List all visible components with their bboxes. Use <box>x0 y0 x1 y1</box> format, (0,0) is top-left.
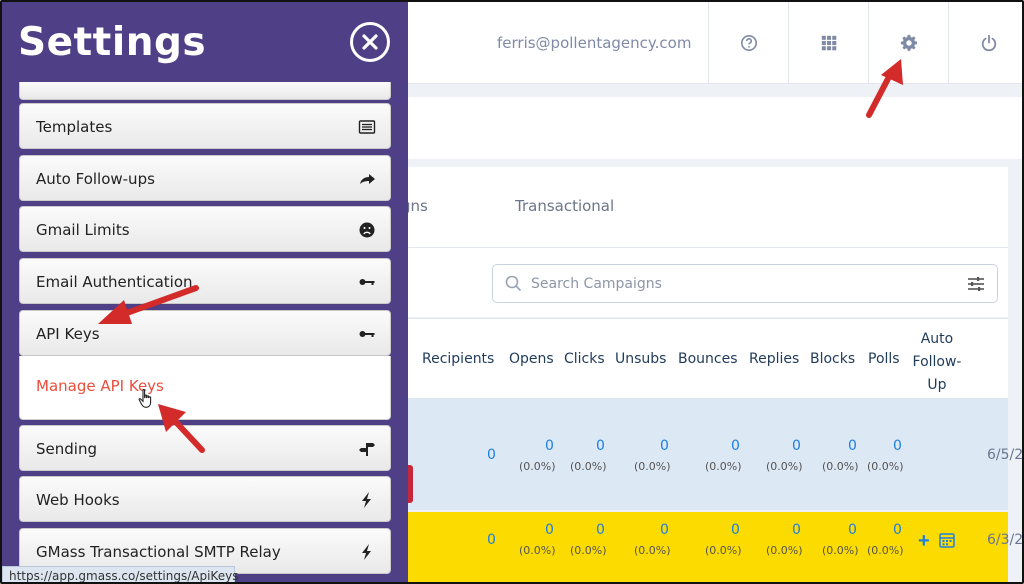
polls-value[interactable]: 0 <box>893 522 902 538</box>
col-replies[interactable]: Replies <box>749 351 799 367</box>
settings-item-auto-follow-ups[interactable]: Auto Follow-ups <box>19 155 391 201</box>
search-band <box>407 247 1008 317</box>
settings-title: Settings <box>18 20 207 65</box>
blocks-pct: (0.0%) <box>822 544 859 557</box>
replies-pct: (0.0%) <box>766 460 803 473</box>
blocks-pct: (0.0%) <box>822 460 859 473</box>
search-icon <box>505 275 522 292</box>
api-keys-submenu: Manage API Keys <box>19 356 391 420</box>
polls-pct: (0.0%) <box>867 460 904 473</box>
col-bounces[interactable]: Bounces <box>678 351 738 367</box>
campaign-tabs: gns Transactional <box>401 167 1008 247</box>
col-opens[interactable]: Opens <box>509 351 554 367</box>
table-row[interactable]: 0 0 (0.0%) 0 (0.0%) 0 (0.0%) 0 (0.0%) 0 … <box>407 398 1022 510</box>
key-icon <box>359 331 375 337</box>
col-auto-follow-up[interactable]: Auto Follow-Up <box>910 328 964 397</box>
bounces-pct: (0.0%) <box>705 460 742 473</box>
blocks-value[interactable]: 0 <box>848 522 857 538</box>
row-date: 6/3/2 <box>987 532 1024 548</box>
settings-item-gmail-limits[interactable]: Gmail Limits <box>19 206 391 252</box>
settings-item-label: Auto Follow-ups <box>36 170 155 188</box>
settings-item-label: Web Hooks <box>36 491 120 509</box>
replies-value[interactable]: 0 <box>792 438 801 454</box>
settings-item-templates[interactable]: Templates <box>19 103 391 149</box>
settings-item-label: Email Authentication <box>36 273 193 291</box>
opens-value[interactable]: 0 <box>545 438 554 454</box>
settings-item-label: GMass Transactional SMTP Relay <box>36 543 281 561</box>
row-date: 6/5/2 <box>987 447 1024 463</box>
settings-item-email-authentication[interactable]: Email Authentication <box>19 258 391 304</box>
power-icon <box>981 34 996 52</box>
hand-pointer-cursor-icon <box>138 388 152 408</box>
calendar-icon[interactable] <box>939 532 955 548</box>
tab-transactional[interactable]: Transactional <box>515 197 614 215</box>
settings-item-label: Gmail Limits <box>36 221 130 239</box>
lightning-icon <box>362 492 371 508</box>
opens-value[interactable]: 0 <box>545 522 554 538</box>
clicks-pct: (0.0%) <box>570 544 607 557</box>
recipients-value[interactable]: 0 <box>487 447 496 463</box>
opens-pct: (0.0%) <box>519 460 556 473</box>
frown-face-icon <box>359 222 375 238</box>
unsubs-value[interactable]: 0 <box>660 438 669 454</box>
opens-pct: (0.0%) <box>519 544 556 557</box>
settings-item-sending[interactable]: Sending <box>19 425 391 471</box>
col-blocks[interactable]: Blocks <box>810 351 855 367</box>
close-settings-button[interactable] <box>350 22 390 62</box>
app-window: ferris@pollentagency.com gns Transaction… <box>0 0 1024 584</box>
settings-item-label: Sending <box>36 440 97 458</box>
key-icon <box>359 279 375 285</box>
user-email[interactable]: ferris@pollentagency.com <box>497 34 691 52</box>
unsubs-pct: (0.0%) <box>634 544 671 557</box>
signpost-icon <box>359 443 375 456</box>
apps-button[interactable] <box>788 2 868 84</box>
bounces-pct: (0.0%) <box>705 544 742 557</box>
filter-sliders-icon[interactable] <box>967 276 985 292</box>
table-header: Recipients Opens Clicks Unsubs Bounces R… <box>407 318 1008 398</box>
col-polls[interactable]: Polls <box>868 351 900 367</box>
gear-icon <box>900 34 917 51</box>
polls-value[interactable]: 0 <box>893 438 902 454</box>
clicks-value[interactable]: 0 <box>596 522 605 538</box>
clicks-pct: (0.0%) <box>570 460 607 473</box>
settings-button[interactable] <box>868 2 948 84</box>
help-icon <box>740 34 757 52</box>
settings-item-label: API Keys <box>36 325 100 343</box>
unsubs-pct: (0.0%) <box>634 460 671 473</box>
col-clicks[interactable]: Clicks <box>564 351 605 367</box>
page-header-band <box>407 97 1022 159</box>
apps-grid-icon <box>821 35 836 51</box>
bounces-value[interactable]: 0 <box>731 438 740 454</box>
blocks-value[interactable]: 0 <box>848 438 857 454</box>
add-followup-button[interactable]: + <box>918 530 930 553</box>
top-bar: ferris@pollentagency.com <box>407 2 1022 84</box>
settings-item-api-keys[interactable]: API Keys <box>19 310 391 356</box>
settings-item-web-hooks[interactable]: Web Hooks <box>19 476 391 522</box>
col-recipients[interactable]: Recipients <box>422 351 494 367</box>
list-icon <box>358 120 376 134</box>
bounces-value[interactable]: 0 <box>731 522 740 538</box>
settings-panel: Settings Templates Auto Follow-ups Gmail… <box>2 2 408 582</box>
replies-pct: (0.0%) <box>766 544 803 557</box>
clicks-value[interactable]: 0 <box>596 438 605 454</box>
lightning-icon <box>362 544 371 560</box>
close-icon <box>362 34 378 50</box>
polls-pct: (0.0%) <box>867 544 904 557</box>
unsubs-value[interactable]: 0 <box>660 522 669 538</box>
share-arrow-icon <box>360 174 375 184</box>
search-input[interactable] <box>531 274 951 294</box>
settings-item-partial[interactable] <box>19 82 391 100</box>
col-unsubs[interactable]: Unsubs <box>615 351 666 367</box>
help-button[interactable] <box>708 2 788 84</box>
link-status-bar: https://app.gmass.co/settings/ApiKeys <box>2 566 238 582</box>
replies-value[interactable]: 0 <box>792 522 801 538</box>
search-box <box>492 264 998 303</box>
recipients-value[interactable]: 0 <box>487 532 496 548</box>
settings-item-label: Templates <box>36 118 113 136</box>
logout-button[interactable] <box>948 2 1022 84</box>
